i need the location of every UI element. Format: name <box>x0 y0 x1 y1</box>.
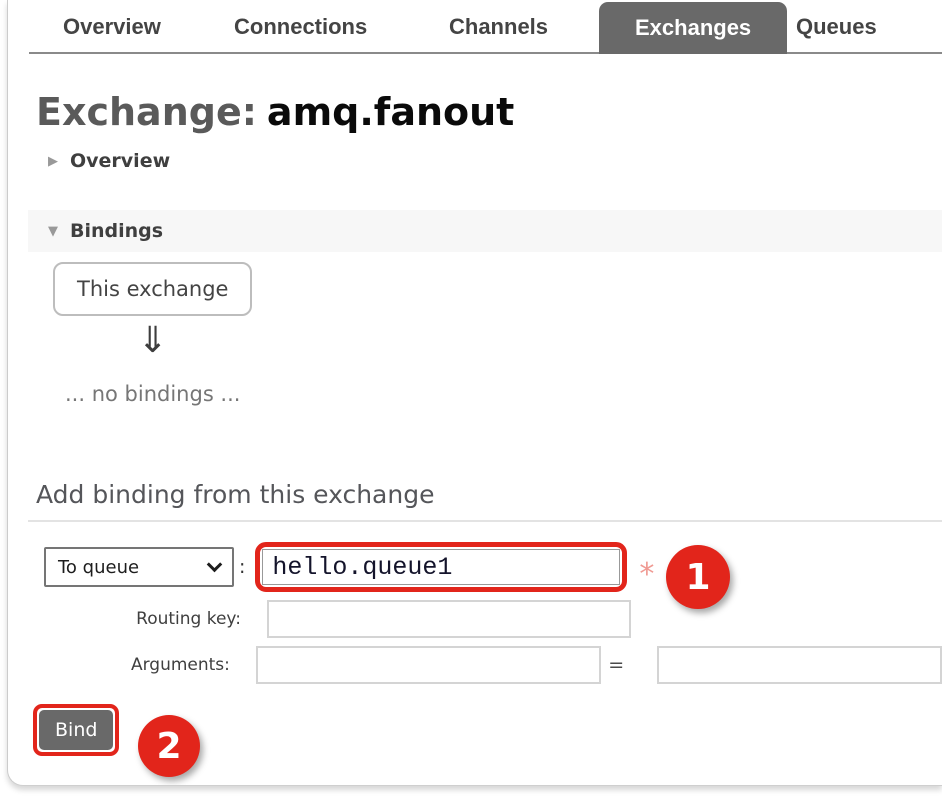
section-overview-label: Overview <box>70 150 171 172</box>
tab-connections[interactable]: Connections <box>234 0 367 54</box>
section-bindings-toggle[interactable]: ▼ Bindings <box>28 210 942 252</box>
tab-exchanges-active[interactable]: Exchanges <box>599 2 788 54</box>
main-content: Exchange: amq.fanout ▶ Overview ▼ Binding… <box>8 54 942 756</box>
top-tab-bar: Overview Connections Channels Exchanges … <box>8 0 942 54</box>
add-binding-header: Add binding from this exchange <box>28 480 942 522</box>
annotation-step-1-badge: 1 <box>666 545 730 609</box>
exchange-name: amq.fanout <box>266 90 515 134</box>
tab-queues[interactable]: Queues <box>796 0 877 54</box>
destination-row: To queue : * <box>36 542 942 592</box>
arguments-row: Arguments: = <box>36 646 942 684</box>
routing-key-label: Routing key: <box>136 609 241 629</box>
no-bindings-text: ... no bindings ... <box>65 382 241 406</box>
triangle-down-icon: ▼ <box>48 223 58 239</box>
argument-key-input[interactable] <box>255 646 602 684</box>
tab-overview[interactable]: Overview <box>63 0 161 54</box>
equals-sign: = <box>608 654 625 676</box>
double-arrow-down-icon: ⇓ <box>137 320 168 361</box>
rabbitmq-exchange-page: Overview Connections Channels Exchanges … <box>0 0 942 798</box>
triangle-right-icon: ▶ <box>48 153 58 169</box>
annotation-highlight-bind: Bind <box>33 704 120 756</box>
this-exchange-node: This exchange <box>53 262 253 316</box>
bindings-diagram: This exchange ⇓ ... no bindings ... <box>53 262 253 406</box>
separator-colon: : <box>239 556 246 578</box>
routing-key-input[interactable] <box>267 600 631 638</box>
annotation-step-2-badge: 2 <box>138 715 200 777</box>
page-title-prefix: Exchange: <box>36 90 257 134</box>
section-bindings-label: Bindings <box>70 220 164 242</box>
annotation-highlight-box <box>255 542 628 592</box>
bind-button[interactable]: Bind <box>39 710 114 750</box>
arguments-label: Arguments: <box>130 655 230 675</box>
page-title: Exchange: amq.fanout <box>36 90 942 134</box>
section-overview-toggle[interactable]: ▶ Overview <box>48 148 942 174</box>
destination-queue-input[interactable] <box>262 549 621 585</box>
required-asterisk: * <box>639 556 655 592</box>
destination-type-value: To queue <box>58 556 140 578</box>
argument-value-input[interactable] <box>657 646 942 684</box>
destination-type-select[interactable]: To queue <box>44 547 234 587</box>
content-panel: Overview Connections Channels Exchanges … <box>7 0 942 786</box>
chevron-down-icon <box>206 556 223 572</box>
tab-channels[interactable]: Channels <box>449 0 548 54</box>
routing-key-row: Routing key: <box>36 600 942 638</box>
